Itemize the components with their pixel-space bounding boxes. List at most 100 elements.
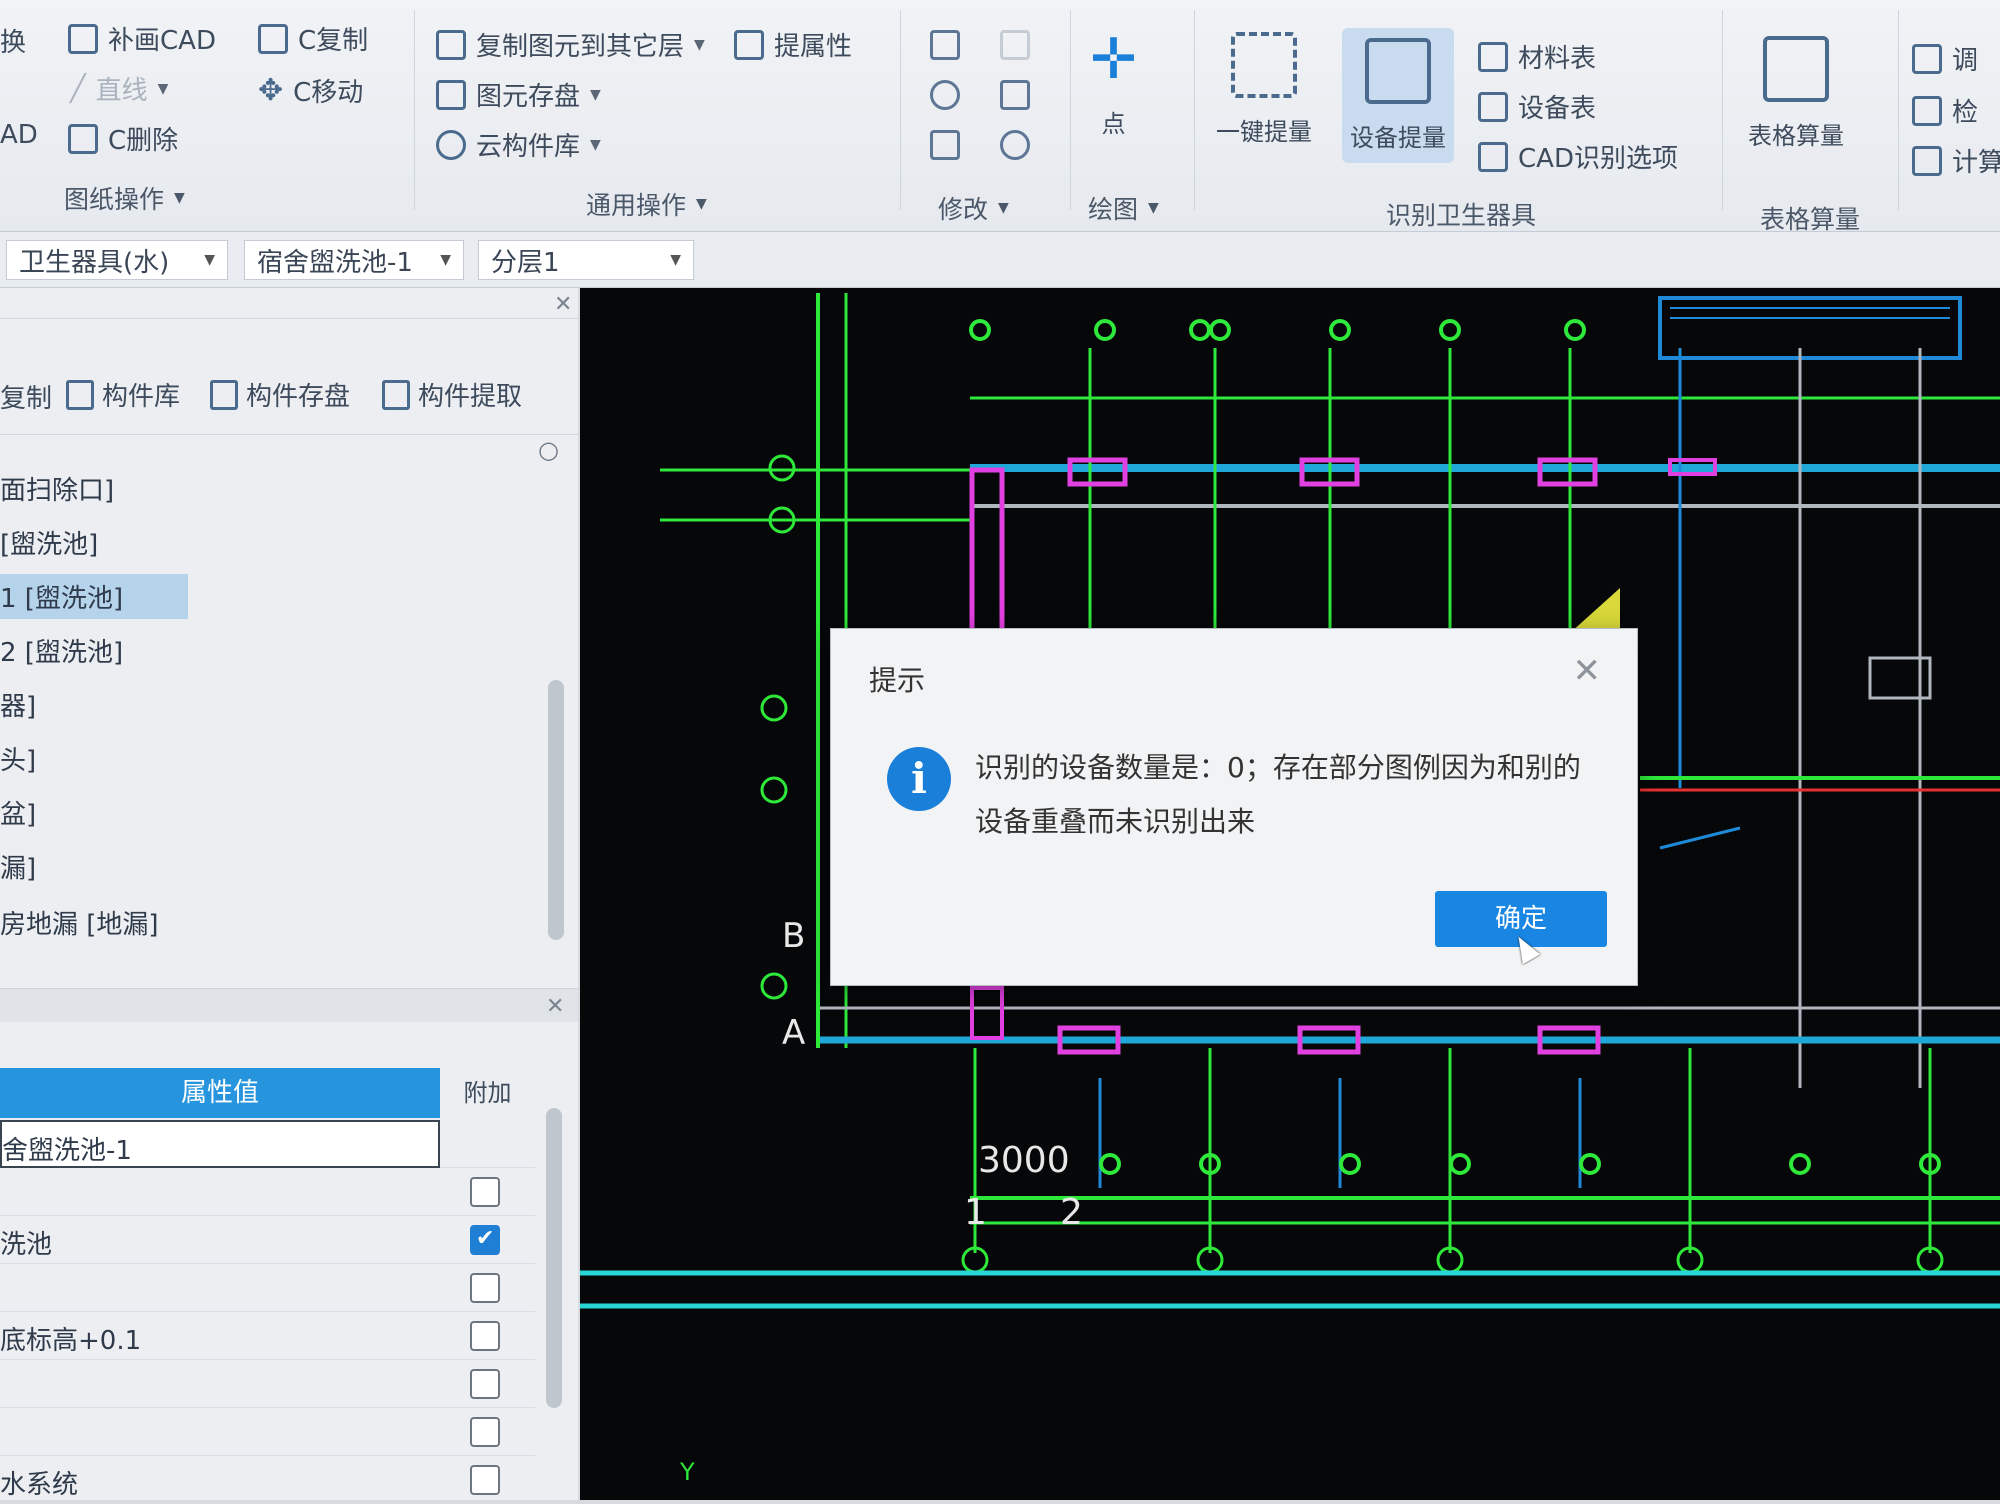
- drawing-ops-group[interactable]: 图纸操作 ▼: [64, 180, 185, 216]
- c-delete-button[interactable]: C删除: [68, 120, 178, 157]
- cloud-lib-button[interactable]: 云构件库 ▼: [436, 126, 601, 163]
- mirror-icon[interactable]: [1000, 80, 1030, 110]
- rotate-icon[interactable]: [1000, 130, 1030, 160]
- one-key-label: 一键提量: [1216, 118, 1312, 146]
- component-lib-label: 构件库: [102, 382, 181, 412]
- move-small-icon[interactable]: [930, 80, 960, 110]
- table-row[interactable]: [0, 1168, 535, 1216]
- chevron-down-icon: ▼: [670, 252, 681, 268]
- list-item[interactable]: [盥洗池]: [0, 520, 98, 565]
- device-table-button[interactable]: 设备表: [1478, 88, 1596, 125]
- prop-value: 洗池: [0, 1230, 53, 1260]
- component-lib-button[interactable]: 构件库: [66, 376, 180, 413]
- paste-icon[interactable]: [1000, 30, 1030, 60]
- check-button[interactable]: 检: [1912, 92, 1978, 129]
- list-item[interactable]: 2 [盥洗池]: [0, 628, 123, 673]
- attach-checkbox[interactable]: [470, 1321, 500, 1351]
- bu-cad-label: 补画CAD: [108, 26, 216, 56]
- list-scrollbar[interactable]: [548, 680, 564, 940]
- divider: [900, 10, 901, 210]
- ribbon-col1-top[interactable]: 换: [0, 22, 26, 59]
- list-item[interactable]: 器]: [0, 682, 36, 727]
- list-item[interactable]: 盆]: [0, 790, 36, 835]
- device-extract-button[interactable]: 设备提量: [1342, 28, 1454, 163]
- attach-checkbox[interactable]: [470, 1177, 500, 1207]
- crosshair-icon: ✛: [1090, 27, 1137, 92]
- point-button[interactable]: ✛ 点: [1090, 30, 1137, 139]
- chevron-down-icon: ▼: [1148, 200, 1159, 216]
- calc-button[interactable]: 计算: [1912, 142, 2000, 179]
- adjust-button[interactable]: 调: [1912, 40, 1978, 77]
- draw-group[interactable]: 绘图 ▼: [1088, 190, 1159, 226]
- table-row[interactable]: 底标高+0.1: [0, 1312, 535, 1360]
- axis-label-2: 2: [1060, 1192, 1083, 1233]
- attach-checkbox[interactable]: [470, 1417, 500, 1447]
- bu-cad-button[interactable]: 补画CAD: [68, 20, 216, 57]
- prop-value-field[interactable]: 舍盥洗池-1: [0, 1120, 440, 1168]
- props-scrollbar[interactable]: [546, 1108, 562, 1408]
- list-item[interactable]: 房地漏 [地漏]: [0, 900, 159, 945]
- table-row[interactable]: [0, 1264, 535, 1312]
- delete-small-icon[interactable]: [930, 130, 960, 160]
- component-extract-button[interactable]: 构件提取: [382, 376, 522, 413]
- attach-header: 附加: [463, 1079, 512, 1107]
- list-item[interactable]: 漏]: [0, 844, 36, 889]
- close-icon[interactable]: ✕: [546, 994, 564, 1019]
- prop-value-header: 属性值: [0, 1068, 440, 1118]
- table-row[interactable]: 水系统: [0, 1456, 535, 1504]
- table-grid-icon: [1763, 36, 1829, 102]
- table-row[interactable]: [0, 1408, 535, 1456]
- attach-checkbox-checked[interactable]: [470, 1225, 500, 1255]
- extract-props-button[interactable]: 提属性: [734, 26, 852, 63]
- info-icon: i: [887, 747, 951, 811]
- divider: [414, 10, 415, 210]
- table-row[interactable]: [0, 1360, 535, 1408]
- chevron-down-icon: ▼: [696, 196, 707, 212]
- dimension-3000: 3000: [978, 1140, 1070, 1181]
- ribbon-col1-bottom[interactable]: AD: [0, 120, 38, 150]
- identify-group-text: 识别卫生器具: [1386, 201, 1537, 230]
- search-icon[interactable]: ○: [538, 436, 559, 464]
- general-ops-group[interactable]: 通用操作 ▼: [586, 186, 707, 222]
- list-item-selected[interactable]: 1 [盥洗池]: [0, 574, 188, 619]
- c-copy-button[interactable]: C复制: [258, 20, 368, 57]
- table-row[interactable]: 洗池: [0, 1216, 535, 1264]
- component-save-button[interactable]: 构件存盘: [210, 376, 350, 413]
- chevron-down-icon: ▼: [204, 252, 215, 268]
- cloud-icon: [436, 129, 466, 160]
- calc-icon: [1912, 145, 1942, 176]
- modify-group[interactable]: 修改 ▼: [938, 190, 1009, 226]
- chevron-down-icon: ▼: [174, 190, 185, 206]
- close-icon[interactable]: ✕: [1573, 651, 1602, 691]
- attach-checkbox[interactable]: [470, 1273, 500, 1303]
- list-item[interactable]: 头]: [0, 736, 36, 781]
- element-save-button[interactable]: 图元存盘 ▼: [436, 76, 601, 113]
- attach-checkbox[interactable]: [470, 1369, 500, 1399]
- component-select[interactable]: 宿舍盥洗池-1 ▼: [244, 240, 464, 280]
- divider: [1070, 10, 1071, 210]
- list-item[interactable]: 面扫除口]: [0, 466, 114, 511]
- attach-checkbox[interactable]: [470, 1465, 500, 1495]
- filter-icon: [1912, 43, 1942, 74]
- modify-label: 修改: [938, 195, 989, 224]
- line-button[interactable]: ╱ 直线 ▼: [70, 70, 168, 107]
- save-icon: [210, 379, 238, 410]
- material-table-button[interactable]: 材料表: [1478, 38, 1596, 75]
- axis-label-a: A: [782, 1013, 806, 1053]
- c-move-label: C移动: [293, 78, 364, 108]
- dialog-message: 识别的设备数量是：0；存在部分图例因为和别的设备重叠而未识别出来: [975, 751, 1581, 838]
- copy-small-icon[interactable]: [930, 30, 960, 60]
- chevron-down-icon: ▼: [998, 200, 1009, 216]
- layer-select[interactable]: 分层1 ▼: [478, 240, 694, 280]
- close-icon[interactable]: ✕: [554, 292, 572, 317]
- table-row[interactable]: 舍盥洗池-1: [0, 1120, 535, 1168]
- cad-options-button[interactable]: CAD识别选项: [1478, 138, 1678, 175]
- type-select[interactable]: 卫生器具(水) ▼: [6, 240, 228, 280]
- copy-tool-button[interactable]: 复制: [0, 378, 52, 415]
- one-key-button[interactable]: 一键提量: [1216, 32, 1312, 147]
- copy-to-layer-button[interactable]: 复制图元到其它层 ▼: [436, 26, 705, 63]
- table-calc-button[interactable]: 表格算量: [1748, 36, 1844, 151]
- prop-value: [0, 1408, 440, 1456]
- c-move-button[interactable]: ✥ C移动: [258, 72, 363, 109]
- general-ops-label: 通用操作: [586, 191, 687, 220]
